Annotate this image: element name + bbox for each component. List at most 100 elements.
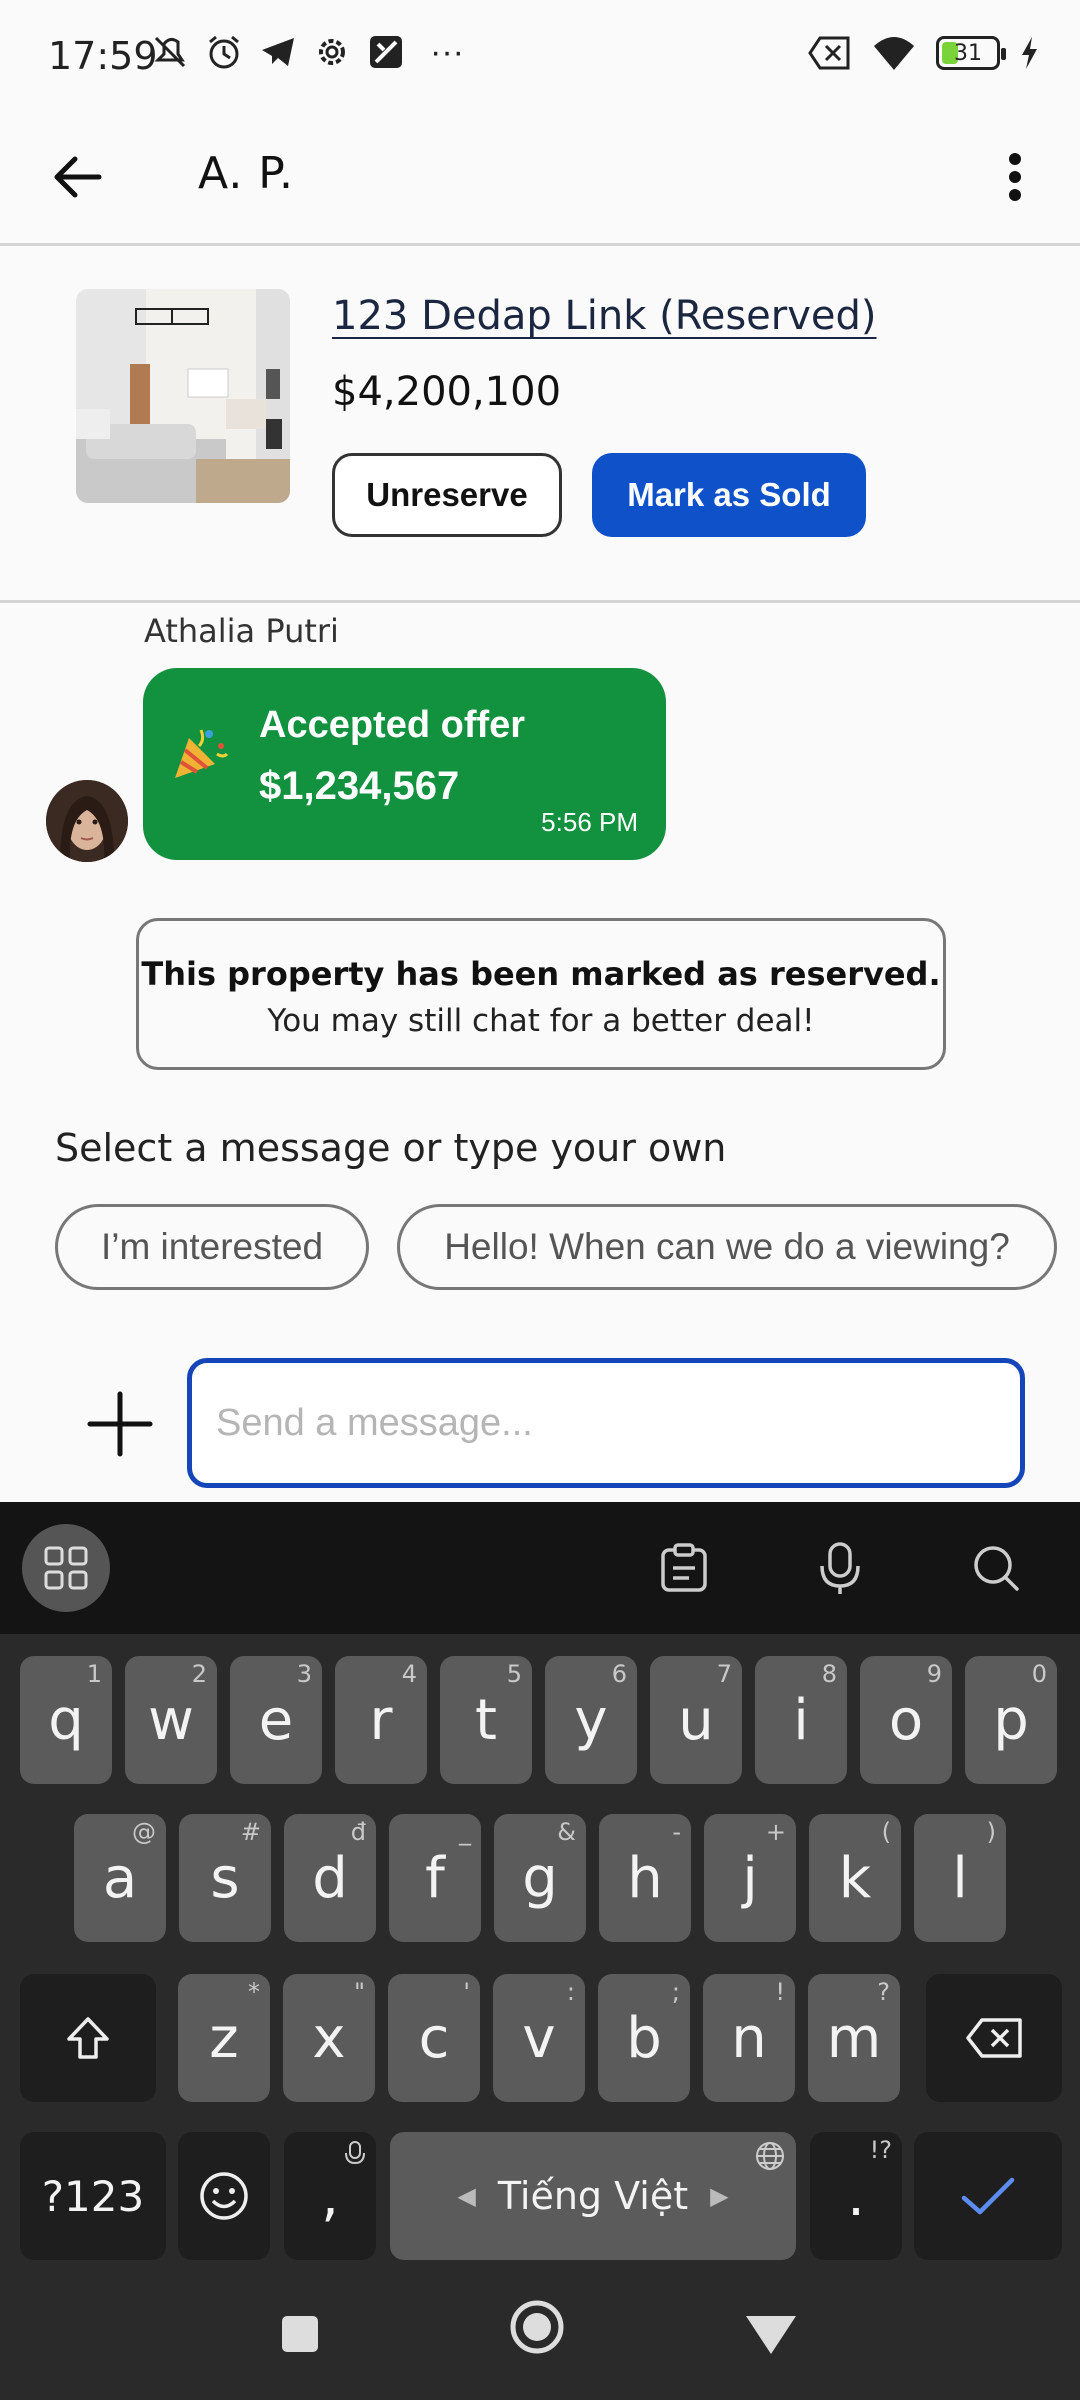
suggestion-chip[interactable]: I’m interested [55, 1204, 369, 1290]
key-t[interactable]: t5 [440, 1656, 532, 1784]
battery-level: 31 [954, 40, 982, 66]
unreserve-button[interactable]: Unreserve [332, 453, 562, 537]
clipboard-button[interactable] [640, 1524, 728, 1612]
key-z[interactable]: z * [178, 1974, 270, 2102]
space-key[interactable]: ◀ Tiếng Việt ▶ [390, 2132, 796, 2260]
key-label: x [312, 2005, 346, 2071]
message-timestamp: 5:56 PM [541, 807, 638, 837]
key-hint: # [240, 1818, 261, 1846]
key-d[interactable]: dđ [284, 1814, 376, 1942]
more-options-button[interactable] [980, 140, 1050, 214]
message-input[interactable] [187, 1358, 1025, 1488]
wifi-icon [874, 37, 914, 70]
on-screen-keyboard: q1w2e3r4t5y6u7i8o9p0 a @ s # d đ f _ g & h - j + k(l) … [0, 1502, 1080, 2400]
key-c[interactable]: c ' [388, 1974, 480, 2102]
keyboard-apps-button[interactable] [22, 1524, 110, 1612]
reserved-notice-subtitle: You may still chat for a better deal! [267, 1003, 815, 1039]
key-m[interactable]: m? [808, 1974, 900, 2102]
key-hint: : [566, 1978, 575, 2006]
key-o[interactable]: o9 [860, 1656, 952, 1784]
period-label: . [847, 2163, 865, 2229]
shift-key[interactable] [20, 1974, 156, 2102]
key-a[interactable]: a @ [74, 1814, 166, 1942]
key-label: o [888, 1687, 924, 1753]
back-arrow-icon [54, 156, 102, 198]
emoji-key[interactable] [178, 2132, 270, 2260]
key-g[interactable]: g & [494, 1814, 586, 1942]
key-hint: ? [877, 1978, 890, 2006]
mic-hint-icon [345, 2141, 365, 2165]
backspace-key[interactable] [926, 1974, 1062, 2102]
party-popper-icon [175, 729, 229, 778]
accepted-offer-bubble[interactable]: Accepted offer $1,234,567 5:56 PM [143, 668, 666, 860]
mute-icon [154, 36, 186, 68]
key-label: a [102, 1845, 138, 1911]
key-f[interactable]: f _ [389, 1814, 481, 1942]
key-hint: 2 [191, 1660, 207, 1688]
key-e[interactable]: e3 [230, 1656, 322, 1784]
key-r[interactable]: r4 [335, 1656, 427, 1784]
key-w[interactable]: w2 [125, 1656, 217, 1784]
key-x[interactable]: x " [283, 1974, 375, 2102]
key-label: g [522, 1845, 558, 1911]
voice-input-button[interactable] [796, 1524, 884, 1612]
key-y[interactable]: y6 [545, 1656, 637, 1784]
key-hint: 1 [86, 1660, 102, 1688]
key-i[interactable]: i8 [755, 1656, 847, 1784]
key-hint: - [672, 1818, 681, 1846]
comma-key[interactable]: , [284, 2132, 376, 2260]
suggestion-prompt: Select a message or type your own [55, 1126, 727, 1170]
key-p[interactable]: p0 [965, 1656, 1057, 1784]
key-q[interactable]: q1 [20, 1656, 112, 1784]
key-l[interactable]: l) [914, 1814, 1006, 1942]
key-label: b [626, 2005, 662, 2071]
key-label: e [258, 1687, 294, 1753]
page-title: A. P. [198, 148, 294, 199]
avatar[interactable] [46, 780, 128, 862]
key-label: v [522, 2005, 556, 2071]
keyboard-search-button[interactable] [952, 1524, 1040, 1612]
checkmark-icon [961, 2177, 1015, 2215]
microphone-icon [820, 1542, 860, 1594]
key-hint: 6 [611, 1660, 627, 1688]
clipboard-icon [661, 1543, 707, 1592]
enter-key[interactable] [914, 2132, 1062, 2260]
key-label: c [418, 2005, 450, 2071]
app-icon [370, 36, 402, 68]
sender-name: Athalia Putri [144, 612, 339, 650]
key-hint: 9 [926, 1660, 942, 1688]
search-icon [974, 1546, 1019, 1591]
key-u[interactable]: u7 [650, 1656, 742, 1784]
add-attachment-button[interactable] [86, 1390, 154, 1458]
recents-square-icon[interactable] [280, 2314, 320, 2354]
key-label: w [148, 1687, 194, 1753]
home-circle-icon[interactable] [508, 2298, 566, 2356]
listing-title-link[interactable]: 123 Dedap Link (Reserved) [332, 293, 877, 339]
key-label: r [369, 1687, 393, 1753]
key-label: u [678, 1687, 714, 1753]
suggestion-chip[interactable]: Hello! When can we do a viewing? [397, 1204, 1057, 1290]
key-b[interactable]: b; [598, 1974, 690, 2102]
key-label: j [742, 1845, 758, 1911]
key-k[interactable]: k( [809, 1814, 901, 1942]
key-s[interactable]: s # [179, 1814, 271, 1942]
key-hint: * [248, 1978, 260, 2006]
period-key[interactable]: . !? [810, 2132, 902, 2260]
key-label: m [826, 2005, 882, 2071]
status-bar: 17:59 ··· 31 [0, 0, 1080, 110]
key-n[interactable]: n! [703, 1974, 795, 2102]
emoji-icon [200, 2172, 248, 2220]
offer-label: Accepted offer [259, 704, 526, 746]
mark-as-sold-button[interactable]: Mark as Sold [592, 453, 866, 537]
telegram-icon [262, 38, 294, 66]
key-v[interactable]: v: [493, 1974, 585, 2102]
key-hint: 4 [401, 1660, 417, 1688]
back-button[interactable] [40, 140, 114, 214]
key-h[interactable]: h- [599, 1814, 691, 1942]
listing-photo[interactable] [76, 289, 290, 503]
back-triangle-icon[interactable] [744, 2312, 798, 2356]
key-j[interactable]: j + [704, 1814, 796, 1942]
symbols-key[interactable]: ?123 [20, 2132, 166, 2260]
key-label: k [838, 1845, 872, 1911]
more-vertical-icon [1009, 153, 1021, 201]
